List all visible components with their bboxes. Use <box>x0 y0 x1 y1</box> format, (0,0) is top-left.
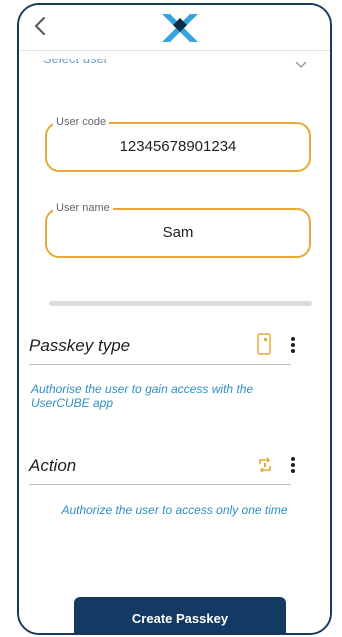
app-header <box>19 5 330 51</box>
phone-app-icon[interactable] <box>257 333 271 355</box>
user-code-label: User code <box>53 115 110 129</box>
user-name-label: User name <box>53 201 113 215</box>
cube-x-logo-icon <box>162 14 198 42</box>
app-logo <box>159 11 201 45</box>
user-name-field[interactable]: User name Sam <box>45 201 311 258</box>
action-description: Authorize the user to access only one ti… <box>61 503 288 517</box>
passkey-type-description: Authorise the user to gain access with t… <box>31 382 254 410</box>
repeat-once-icon[interactable] <box>258 457 272 473</box>
action-title: Action <box>29 456 77 475</box>
user-name-value: Sam <box>162 224 194 241</box>
chevron-down-icon[interactable] <box>295 61 307 69</box>
user-code-value: 12345678901234 <box>119 138 237 155</box>
chevron-left-icon <box>35 17 45 35</box>
passkey-type-menu-button[interactable] <box>290 337 296 353</box>
passkey-type-underline <box>29 364 291 365</box>
passkey-type-title: Passkey type <box>29 336 131 355</box>
form-content[interactable]: Select user User code 12345678901234 Use… <box>19 51 330 633</box>
select-user-dropdown-label[interactable]: Select user <box>43 59 108 67</box>
back-button[interactable] <box>29 13 53 39</box>
create-passkey-button[interactable]: Create Passkey <box>74 597 286 633</box>
user-code-field[interactable]: User code 12345678901234 <box>45 115 311 172</box>
action-underline <box>29 484 291 485</box>
section-divider <box>49 301 312 306</box>
phone-frame: Select user User code 12345678901234 Use… <box>17 3 332 635</box>
action-menu-button[interactable] <box>290 457 296 473</box>
